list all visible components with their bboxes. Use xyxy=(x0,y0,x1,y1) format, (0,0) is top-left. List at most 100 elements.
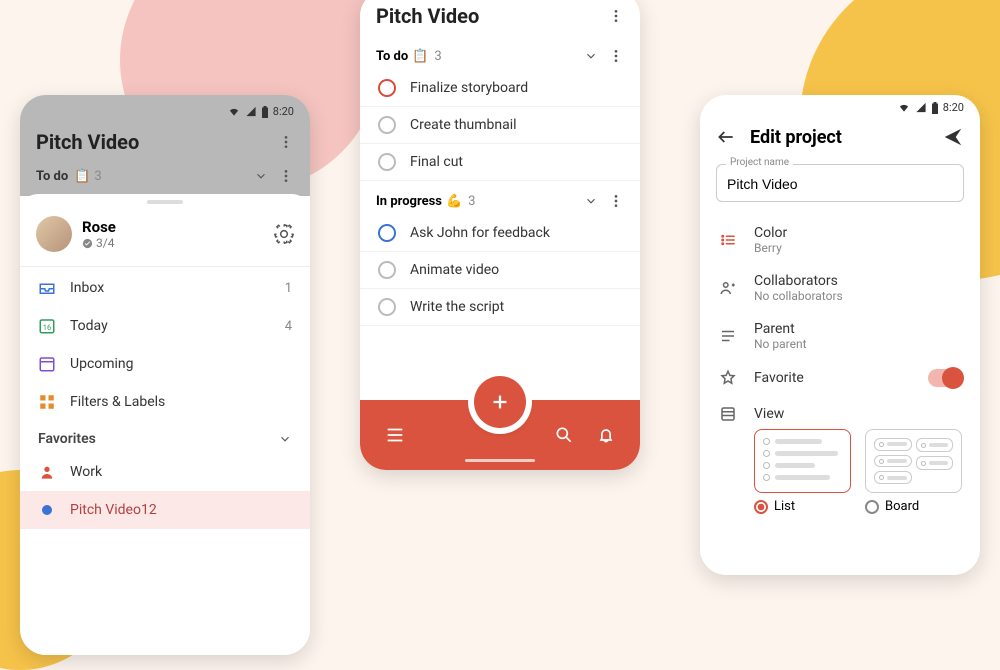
more-icon[interactable] xyxy=(278,134,294,150)
user-progress: 3/4 xyxy=(96,236,114,250)
section-more-icon[interactable] xyxy=(278,168,294,184)
gear-icon[interactable] xyxy=(274,224,294,244)
task-row[interactable]: Create thumbnail xyxy=(360,107,640,144)
option-label: Collaborators xyxy=(754,273,843,289)
task-title: Final cut xyxy=(410,154,463,170)
section-more-icon[interactable] xyxy=(608,48,624,64)
profile-row[interactable]: Rose 3/4 xyxy=(20,206,310,264)
chevron-down-icon xyxy=(584,194,598,208)
status-time: 8:20 xyxy=(273,105,294,118)
phone-navigation-drawer: 8:20 Pitch Video To do 📋 3 Rose 3/4 xyxy=(20,95,310,655)
task-title: Ask John for feedback xyxy=(410,225,550,241)
nav-inbox[interactable]: Inbox 1 xyxy=(20,269,310,307)
person-icon xyxy=(38,463,56,481)
nav-today[interactable]: 16 Today 4 xyxy=(20,307,310,345)
nav-label: Inbox xyxy=(70,280,104,296)
view-option-board[interactable] xyxy=(865,429,962,493)
chevron-down-icon xyxy=(584,49,598,63)
back-icon[interactable] xyxy=(716,127,736,147)
task-title: Create thumbnail xyxy=(410,117,517,133)
task-title: Animate video xyxy=(410,262,499,278)
section-header-todo[interactable]: To do 📋 3 xyxy=(360,36,640,70)
inbox-icon xyxy=(38,279,56,297)
signal-icon xyxy=(915,102,927,113)
favorites-label: Favorites xyxy=(38,431,96,447)
section-emoji: 💪 xyxy=(446,194,462,209)
svg-text:16: 16 xyxy=(43,323,51,332)
chevron-down-icon xyxy=(254,169,268,183)
view-label: List xyxy=(774,499,795,514)
task-row[interactable]: Write the script xyxy=(360,289,640,326)
task-checkbox[interactable] xyxy=(378,116,396,134)
option-label: View xyxy=(754,406,784,422)
section-label: In progress xyxy=(376,194,442,209)
option-collaborators[interactable]: Collaborators No collaborators xyxy=(700,264,980,312)
option-label: Favorite xyxy=(754,370,804,386)
project-dot-icon xyxy=(38,501,56,519)
task-checkbox[interactable] xyxy=(378,261,396,279)
section-emoji: 📋 xyxy=(412,49,428,64)
star-icon xyxy=(718,369,738,387)
today-icon: 16 xyxy=(38,317,56,335)
navigation-drawer: Rose 3/4 Inbox 1 16 Today 4 Upcoming F xyxy=(20,194,310,655)
section-header-todo[interactable]: To do 📋 3 xyxy=(20,162,310,196)
favorite-pitch-video[interactable]: Pitch Video 12 xyxy=(20,491,310,529)
nav-label: Filters & Labels xyxy=(70,394,165,410)
task-row[interactable]: Final cut xyxy=(360,144,640,181)
nav-count: 1 xyxy=(285,281,292,296)
grid-icon xyxy=(38,393,56,411)
parent-icon xyxy=(718,327,738,345)
section-count: 3 xyxy=(468,194,475,209)
view-label: Board xyxy=(885,499,919,514)
view-option-list[interactable] xyxy=(754,429,851,493)
bottom-bar xyxy=(360,400,640,470)
phone-project-tasks: Pitch Video To do 📋 3 Finalize storyboar… xyxy=(360,0,640,470)
fab-add-task[interactable] xyxy=(474,376,526,428)
task-row[interactable]: Finalize storyboard xyxy=(360,70,640,107)
wifi-icon xyxy=(227,106,241,117)
send-icon[interactable] xyxy=(942,126,964,148)
menu-icon[interactable] xyxy=(384,424,406,446)
task-checkbox[interactable] xyxy=(378,153,396,171)
view-radio-board[interactable]: Board xyxy=(865,499,962,514)
bell-icon[interactable] xyxy=(596,425,616,445)
task-checkbox[interactable] xyxy=(378,298,396,316)
view-radio-list[interactable]: List xyxy=(754,499,851,514)
task-checkbox[interactable] xyxy=(378,224,396,242)
nav-upcoming[interactable]: Upcoming xyxy=(20,345,310,383)
section-more-icon[interactable] xyxy=(608,193,624,209)
project-title: Pitch Video xyxy=(376,4,479,28)
radio-icon xyxy=(754,500,768,514)
drag-handle[interactable] xyxy=(147,200,183,204)
divider xyxy=(20,266,310,267)
search-icon[interactable] xyxy=(554,425,574,445)
favorite-work[interactable]: Work xyxy=(20,453,310,491)
option-value: No collaborators xyxy=(754,289,843,303)
nav-label: Upcoming xyxy=(70,356,134,372)
avatar xyxy=(36,216,72,252)
battery-icon xyxy=(931,102,939,114)
project-name-input[interactable] xyxy=(716,164,964,202)
verified-icon xyxy=(82,238,93,249)
nav-label: Today xyxy=(70,318,108,334)
favorites-header[interactable]: Favorites xyxy=(20,421,310,453)
nav-filters[interactable]: Filters & Labels xyxy=(20,383,310,421)
section-header-inprogress[interactable]: In progress 💪 3 xyxy=(360,181,640,215)
task-row[interactable]: Animate video xyxy=(360,252,640,289)
favorite-count: 12 xyxy=(141,502,157,518)
favorite-toggle[interactable] xyxy=(928,369,962,387)
task-checkbox[interactable] xyxy=(378,79,396,97)
color-icon xyxy=(718,231,738,249)
radio-icon xyxy=(865,500,879,514)
option-value: Berry xyxy=(754,241,787,255)
project-name-field[interactable]: Project name xyxy=(716,164,964,202)
option-parent[interactable]: Parent No parent xyxy=(700,312,980,360)
wifi-icon xyxy=(897,102,911,113)
task-row[interactable]: Ask John for feedback xyxy=(360,215,640,252)
option-color[interactable]: Color Berry xyxy=(700,216,980,264)
section-count: 3 xyxy=(434,49,441,64)
option-favorite[interactable]: Favorite xyxy=(700,360,980,396)
more-icon[interactable] xyxy=(608,8,624,24)
nav-count: 4 xyxy=(285,319,292,334)
section-label: To do xyxy=(376,49,408,64)
